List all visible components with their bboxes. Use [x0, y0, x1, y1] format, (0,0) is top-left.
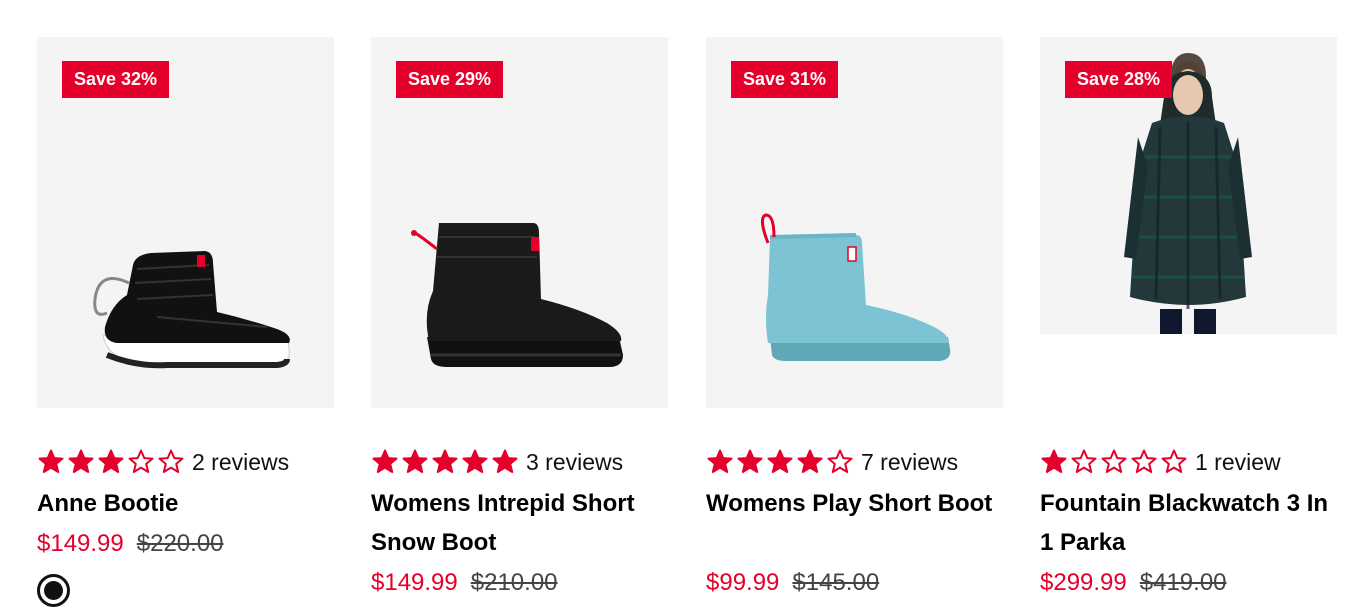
star-filled-icon — [98, 449, 124, 473]
swatch-fill — [44, 581, 63, 600]
sale-price: $99.99 — [706, 569, 780, 596]
star-filled-icon — [707, 449, 733, 473]
stars — [371, 448, 519, 476]
discount-badge: Save 29% — [396, 61, 504, 98]
price-block: $99.99 $145.00 — [706, 569, 879, 597]
star-filled-icon — [38, 449, 64, 473]
sale-price: $149.99 — [371, 569, 458, 596]
color-swatch-black[interactable] — [37, 574, 70, 607]
sale-price: $299.99 — [1040, 569, 1127, 596]
price-block: $149.99 $210.00 — [371, 569, 558, 597]
star-filled-icon — [767, 449, 793, 473]
stars — [37, 448, 185, 476]
price-block: $299.99 $419.00 — [1040, 569, 1227, 597]
star-empty-icon — [1161, 449, 1187, 473]
product-grid: Save 32% 2 reviews Anne Bootie $149.99 $… — [0, 0, 1347, 612]
price-block: $149.99 $220.00 — [37, 530, 224, 558]
product-image[interactable]: Save 31% — [706, 37, 1003, 408]
star-empty-icon — [827, 449, 853, 473]
star-filled-icon — [462, 449, 488, 473]
star-empty-icon — [128, 449, 154, 473]
product-name-link[interactable]: Anne Bootie — [37, 484, 334, 523]
star-filled-icon — [402, 449, 428, 473]
product-card: Save 29% 3 reviews Womens Intrepid Short… — [371, 37, 668, 596]
discount-badge: Save 28% — [1065, 61, 1173, 98]
product-name-link[interactable]: Womens Play Short Boot — [706, 484, 1003, 523]
star-filled-icon — [68, 449, 94, 473]
product-image[interactable]: Save 32% — [37, 37, 334, 408]
review-count: 2 reviews — [192, 448, 290, 475]
discount-badge: Save 31% — [731, 61, 839, 98]
product-card: Save 31% 7 reviews Womens Play Short Boo… — [706, 37, 1003, 596]
product-card: Save 28% 1 review Fountain Blackwatch 3 … — [1040, 37, 1337, 596]
star-filled-icon — [432, 449, 458, 473]
original-price: $145.00 — [792, 569, 880, 596]
product-image[interactable]: Save 29% — [371, 37, 668, 408]
star-rating[interactable]: 7 reviews — [706, 447, 958, 477]
review-count: 3 reviews — [526, 448, 624, 475]
star-filled-icon — [1041, 449, 1067, 473]
product-name-link[interactable]: Womens Intrepid Short Snow Boot — [371, 484, 668, 562]
star-empty-icon — [158, 449, 184, 473]
review-count: 1 review — [1195, 448, 1281, 475]
star-rating[interactable]: 2 reviews — [37, 447, 289, 477]
original-price: $210.00 — [470, 569, 558, 596]
star-empty-icon — [1101, 449, 1127, 473]
original-price: $419.00 — [1139, 569, 1227, 596]
star-empty-icon — [1131, 449, 1157, 473]
star-rating[interactable]: 1 review — [1040, 447, 1281, 477]
star-filled-icon — [797, 449, 823, 473]
star-filled-icon — [737, 449, 763, 473]
sale-price: $149.99 — [37, 530, 124, 557]
star-filled-icon — [492, 449, 518, 473]
product-image[interactable]: Save 28% — [1040, 37, 1337, 334]
star-empty-icon — [1071, 449, 1097, 473]
product-name-link[interactable]: Fountain Blackwatch 3 In 1 Parka — [1040, 484, 1337, 562]
discount-badge: Save 32% — [62, 61, 170, 98]
star-filled-icon — [372, 449, 398, 473]
stars — [706, 448, 854, 476]
stars — [1040, 448, 1188, 476]
review-count: 7 reviews — [861, 448, 959, 475]
original-price: $220.00 — [136, 530, 224, 557]
product-card: Save 32% 2 reviews Anne Bootie $149.99 $… — [37, 37, 334, 607]
star-rating[interactable]: 3 reviews — [371, 447, 623, 477]
